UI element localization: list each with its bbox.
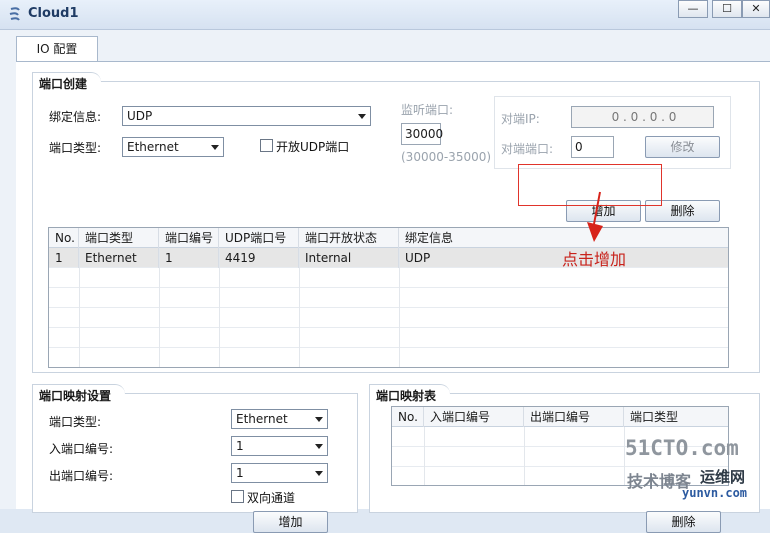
peer-ip-label: 对端IP: — [501, 112, 540, 126]
column-header[interactable]: 出端口编号 — [524, 407, 624, 427]
column-divider — [159, 248, 160, 367]
port-map-settings-title: 端口映射设置 — [32, 384, 126, 406]
tab-io-config[interactable]: IO 配置 — [16, 36, 98, 62]
port-map-settings-group: 端口映射设置 端口类型: Ethernet 入端口编号: 1 出端口编号: 1 … — [32, 384, 358, 513]
table-row[interactable]: 1 Ethernet 1 4419 Internal UDP — [49, 248, 728, 268]
port-type-select[interactable]: Ethernet — [122, 137, 224, 157]
annotation-arrow-icon — [587, 191, 603, 242]
column-header[interactable]: 端口类型 — [79, 228, 159, 248]
cloud-app-icon — [9, 7, 20, 21]
peer-group: 对端IP: 0 . 0 . 0 . 0 对端端口: 0 修改 — [494, 96, 731, 169]
table-row-empty — [49, 308, 728, 328]
port-table: No. 端口类型 端口编号 UDP端口号 端口开放状态 绑定信息 1 Ether… — [48, 227, 729, 368]
peer-port-input[interactable]: 0 — [571, 136, 614, 158]
peer-port-label: 对端端口: — [501, 142, 554, 156]
watermark-yunvn: yunvn.com — [682, 486, 748, 500]
table-row-empty — [49, 288, 728, 308]
port-table-header: No. 端口类型 端口编号 UDP端口号 端口开放状态 绑定信息 — [49, 228, 728, 248]
column-divider — [424, 427, 425, 485]
port-type-select-value: Ethernet — [127, 140, 179, 154]
chevron-down-icon — [315, 471, 323, 476]
column-divider — [219, 248, 220, 367]
modify-button[interactable]: 修改 — [645, 136, 720, 158]
column-divider — [299, 248, 300, 367]
open-udp-label: 开放UDP端口 — [276, 140, 350, 154]
add-mapping-button[interactable]: 增加 — [253, 511, 328, 533]
port-type-label: 端口类型: — [49, 141, 102, 155]
port-map-table-title: 端口映射表 — [369, 384, 451, 406]
table-row-empty — [49, 348, 728, 367]
out-port-select[interactable]: 1 — [231, 463, 328, 483]
column-header[interactable]: 端口类型 — [624, 407, 728, 427]
chevron-down-icon — [315, 444, 323, 449]
peer-ip-input[interactable]: 0 . 0 . 0 . 0 — [571, 106, 714, 128]
listen-port-range: (30000-35000) — [401, 150, 492, 164]
column-header[interactable]: No. — [392, 407, 424, 427]
bind-select-value: UDP — [127, 109, 153, 123]
maximize-button[interactable]: ☐ — [712, 0, 742, 18]
map-port-type-value: Ethernet — [236, 412, 288, 426]
in-port-label: 入端口编号: — [49, 442, 114, 456]
out-port-value: 1 — [236, 466, 244, 480]
window-title: Cloud1 — [28, 6, 79, 21]
column-header[interactable]: 绑定信息 — [399, 228, 728, 248]
watermark-yunvn-cn: 运维网 — [700, 468, 746, 486]
annotation-text: 点击增加 — [562, 250, 627, 269]
port-create-title: 端口创建 — [32, 72, 102, 94]
chevron-down-icon — [315, 417, 323, 422]
minimize-button[interactable]: — — [678, 0, 708, 18]
delete-mapping-button[interactable]: 删除 — [646, 511, 721, 533]
close-button[interactable]: ✕ — [742, 0, 770, 18]
in-port-value: 1 — [236, 439, 244, 453]
table-cell: 1 — [49, 248, 79, 268]
column-header[interactable]: 端口开放状态 — [299, 228, 399, 248]
watermark-51cto: 51CTO.com — [625, 436, 739, 460]
table-cell: 1 — [159, 248, 219, 268]
chevron-down-icon — [211, 145, 219, 150]
column-header[interactable]: 端口编号 — [159, 228, 219, 248]
out-port-label: 出端口编号: — [49, 469, 114, 483]
bidirectional-checkbox[interactable] — [231, 490, 244, 503]
map-port-type-select[interactable]: Ethernet — [231, 409, 328, 429]
bidirectional-label: 双向通道 — [247, 491, 296, 505]
listen-port-label: 监听端口: — [401, 103, 454, 117]
table-row-empty — [49, 268, 728, 288]
port-map-table-header: No. 入端口编号 出端口编号 端口类型 — [392, 407, 728, 427]
table-cell: 4419 — [219, 248, 299, 268]
column-header[interactable]: UDP端口号 — [219, 228, 299, 248]
map-port-type-label: 端口类型: — [49, 415, 102, 429]
column-divider — [79, 248, 80, 367]
open-udp-checkbox[interactable] — [260, 139, 273, 152]
listen-port-input[interactable]: 30000 — [401, 123, 443, 145]
column-header[interactable]: No. — [49, 228, 79, 248]
column-divider — [524, 427, 525, 485]
port-create-group: 端口创建 绑定信息: UDP 端口类型: Ethernet 开放UDP端口 监听… — [32, 72, 760, 373]
column-divider — [399, 248, 400, 367]
bind-select[interactable]: UDP — [122, 106, 371, 126]
column-header[interactable]: 入端口编号 — [424, 407, 524, 427]
table-cell: Internal — [299, 248, 399, 268]
table-cell: Ethernet — [79, 248, 159, 268]
table-row-empty — [49, 328, 728, 348]
chevron-down-icon — [358, 114, 366, 119]
title-bar: Cloud1 — ☐ ✕ — [0, 0, 770, 30]
bind-label: 绑定信息: — [49, 110, 102, 124]
in-port-select[interactable]: 1 — [231, 436, 328, 456]
